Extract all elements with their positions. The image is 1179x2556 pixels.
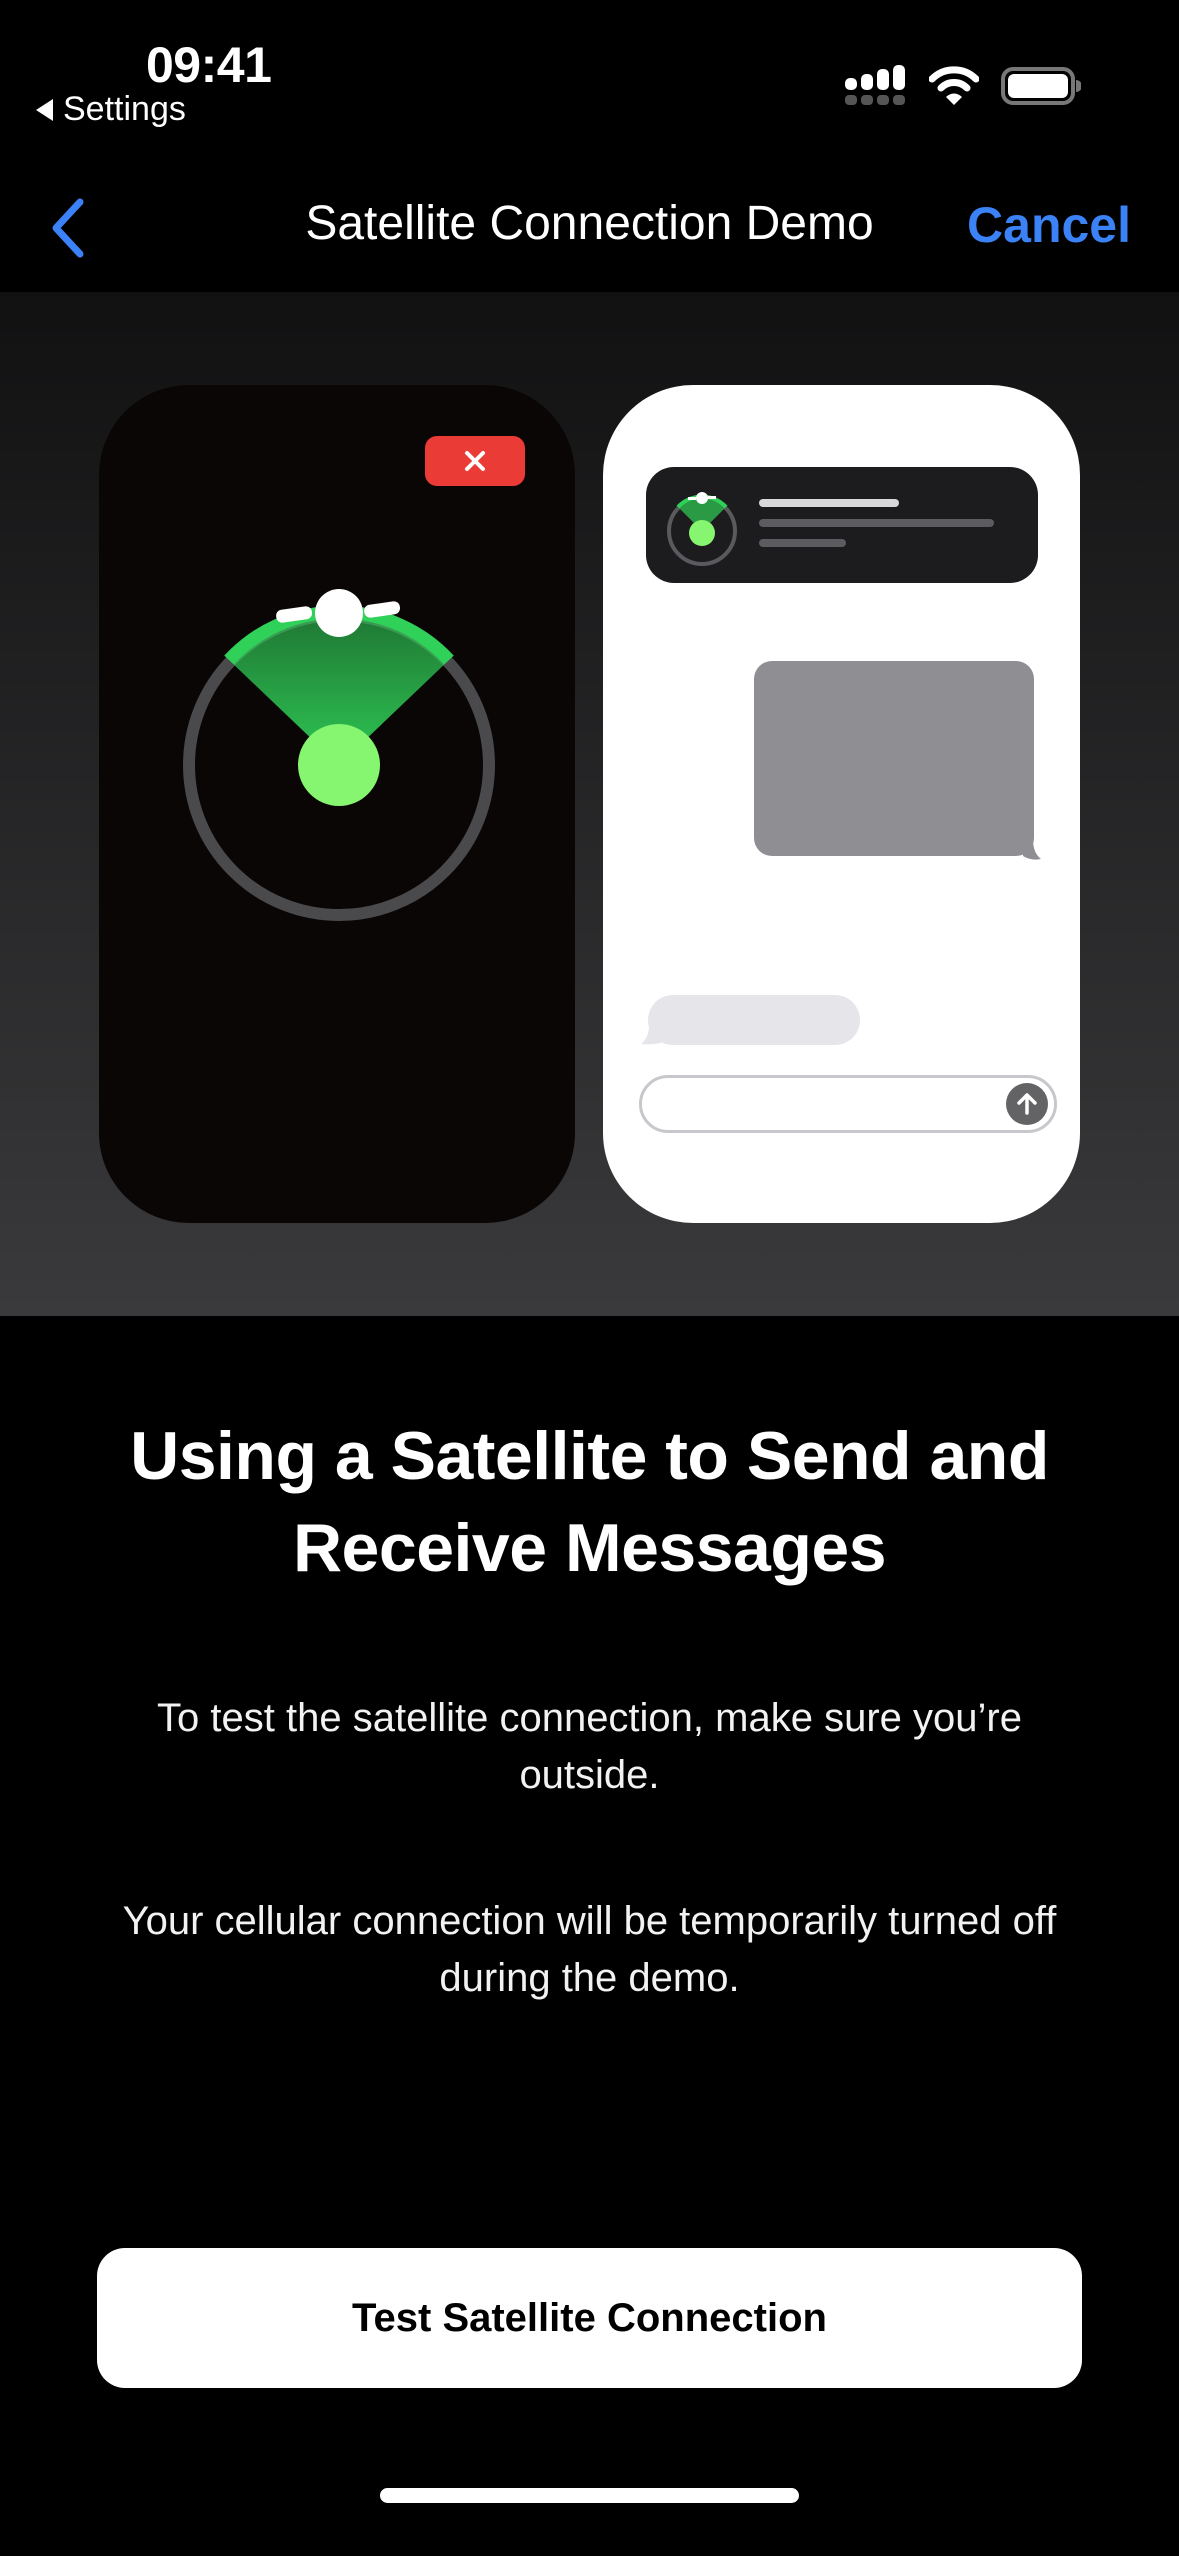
battery-icon — [1001, 67, 1081, 105]
cellular-signal-icon — [845, 65, 905, 105]
test-satellite-connection-button[interactable]: Test Satellite Connection — [97, 2248, 1082, 2388]
status-time: 09:41 — [146, 37, 272, 93]
notification-line-placeholder — [759, 539, 846, 547]
back-app-label: Settings — [63, 90, 186, 128]
outgoing-bubble-tail — [1023, 831, 1041, 860]
notification-title-placeholder — [759, 499, 899, 507]
wifi-icon — [929, 66, 979, 105]
satellite-radar-icon — [667, 492, 737, 566]
incoming-bubble-tail — [641, 1015, 661, 1045]
back-triangle-icon — [36, 98, 53, 121]
send-button — [1006, 1083, 1048, 1125]
home-indicator[interactable] — [380, 2488, 799, 2503]
instruction-text: To test the satellite connection, make s… — [157, 1696, 1022, 1797]
notification-line-placeholder — [759, 519, 994, 527]
arrow-up-icon — [1017, 1093, 1037, 1115]
message-compose-field — [639, 1075, 1057, 1133]
satellite-radar-graphic — [183, 589, 495, 921]
status-icons — [845, 65, 1081, 107]
cancel-button[interactable]: Cancel — [967, 196, 1131, 254]
page-title-text: Satellite Connection Demo — [305, 197, 874, 250]
illustration-phone-messages — [603, 385, 1080, 1223]
satellite-notification — [646, 467, 1038, 583]
close-icon — [465, 451, 485, 471]
close-pill — [425, 436, 525, 486]
outgoing-message-bubble — [754, 661, 1034, 856]
target-dot — [298, 724, 380, 806]
illustration — [0, 292, 1179, 1316]
headline: Using a Satellite to Send and Receive Me… — [130, 1418, 1049, 1586]
incoming-message-bubble — [648, 995, 860, 1045]
illustration-phone-radar — [99, 385, 575, 1223]
cellular-warning-text: Your cellular connection will be tempora… — [122, 1899, 1057, 2000]
back-to-app-link[interactable]: Settings — [36, 90, 186, 129]
